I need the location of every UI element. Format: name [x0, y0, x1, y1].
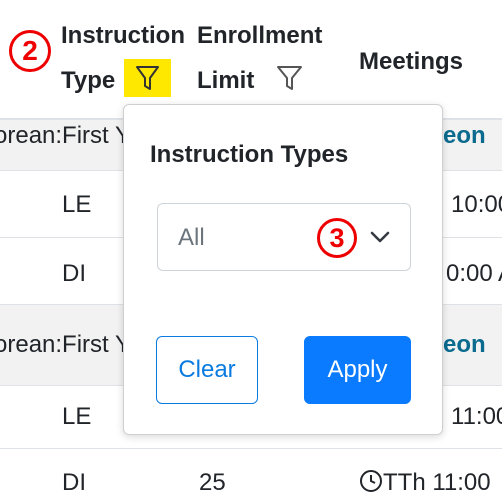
instruction-type-cell: DI — [62, 469, 86, 496]
enrollment-limit-filter-button[interactable] — [266, 59, 313, 97]
meetings-cell: TTh 11:00 — [383, 469, 491, 496]
enrollment-limit-cell: 25 — [199, 469, 226, 496]
meetings-cell: 11:00 — [451, 403, 502, 430]
apply-button[interactable]: Apply — [304, 336, 411, 404]
instruction-type-filter-button[interactable] — [124, 59, 171, 97]
group-name: orean:First Y — [0, 331, 131, 358]
meetings-cell: 10:00 — [451, 191, 502, 218]
group-name: orean:First Y — [0, 122, 131, 149]
meetings-header: Meetings — [359, 48, 464, 75]
enrollment-limit-header-line1: Enrollment — [197, 22, 323, 49]
clock-icon — [360, 470, 382, 492]
meetings-cell: 0:00 A — [446, 260, 502, 287]
filter-icon — [136, 66, 159, 90]
popup-title: Instruction Types — [150, 141, 349, 168]
clear-button[interactable]: Clear — [156, 336, 258, 404]
instruction-type-cell: DI — [62, 260, 86, 287]
filter-icon — [277, 66, 302, 90]
table-row: DI 25 TTh 11:00 — [0, 449, 502, 496]
table-header: 2 Instruction Type Enrollment Limit Meet… — [0, 0, 502, 120]
step-badge-2: 2 — [9, 30, 51, 72]
instruction-type-select[interactable]: All 3 — [157, 203, 411, 271]
chevron-down-icon — [370, 231, 390, 243]
group-link[interactable]: eon — [443, 122, 486, 150]
group-link[interactable]: eon — [443, 331, 486, 359]
step-badge-3: 3 — [317, 218, 357, 258]
instruction-type-header-line2: Type — [61, 67, 116, 94]
instruction-type-cell: LE — [62, 403, 92, 430]
enrollment-limit-header-line2: Limit — [197, 67, 255, 94]
select-value: All — [178, 224, 205, 251]
instruction-type-filter-popup: Instruction Types All 3 Clear Apply — [123, 104, 443, 435]
instruction-type-header-line1: Instruction — [61, 22, 185, 49]
instruction-type-cell: LE — [62, 191, 92, 218]
